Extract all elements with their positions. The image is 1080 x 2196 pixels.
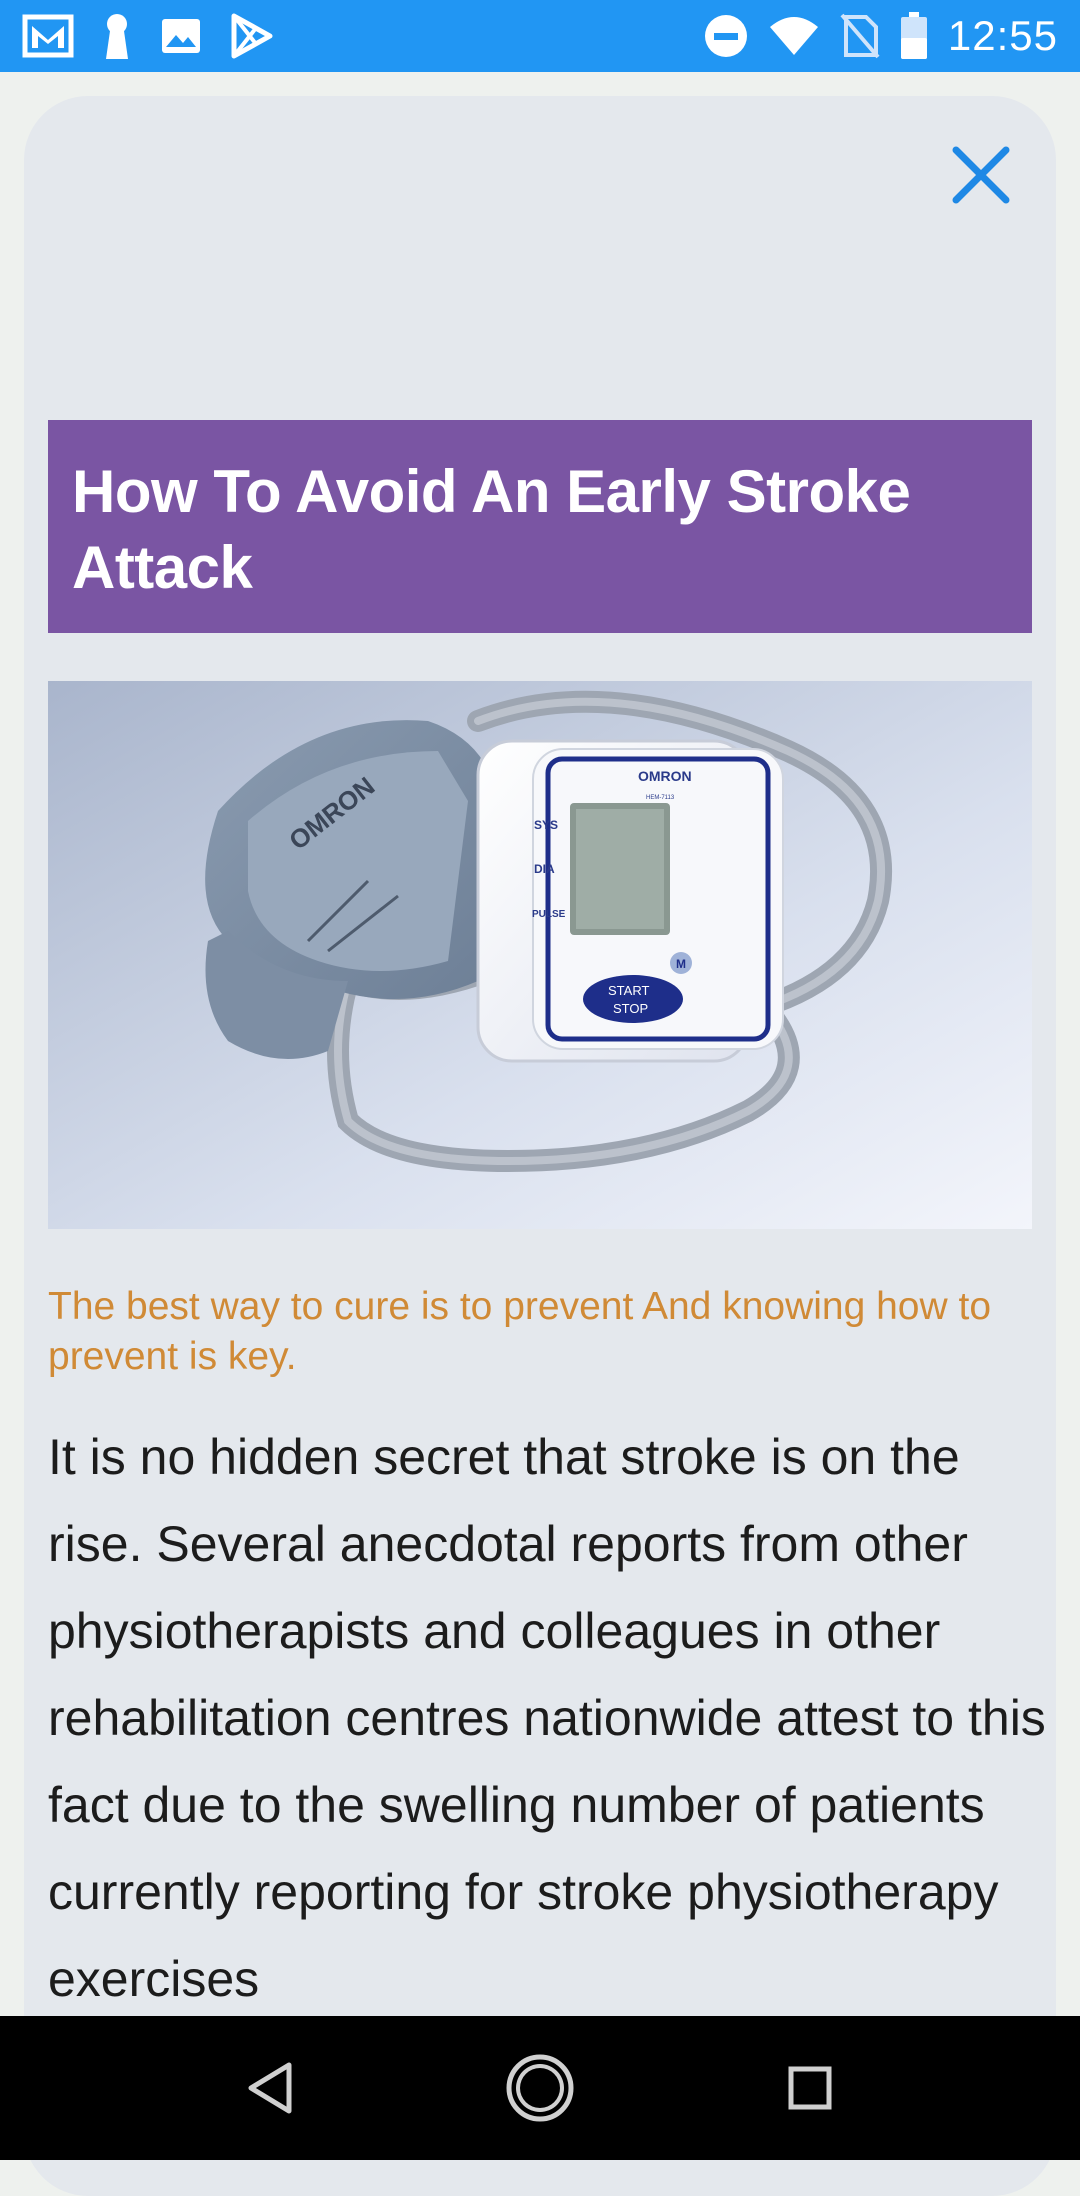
dia-label: DIA — [534, 862, 555, 876]
gmail-icon — [22, 14, 74, 58]
back-button[interactable] — [220, 2038, 320, 2138]
status-bar: 12:55 — [0, 0, 1080, 72]
close-button[interactable] — [926, 120, 1036, 230]
home-icon — [506, 2054, 574, 2122]
play-store-icon — [231, 13, 273, 59]
notification-icons — [22, 10, 274, 62]
recents-icon — [788, 2066, 832, 2110]
wifi-icon — [769, 17, 818, 55]
recents-button[interactable] — [760, 2038, 860, 2138]
article-image: OMRON OMRON HEM-7113 SYS DIA PULSE M STA… — [48, 681, 1032, 1229]
no-sim-icon — [840, 13, 880, 59]
article-title: How To Avoid An Early Stroke Attack — [72, 458, 911, 601]
article-body: It is no hidden secret that stroke is on… — [48, 1429, 1046, 2007]
article-title-banner: How To Avoid An Early Stroke Attack — [48, 420, 1032, 633]
start-label: START — [608, 983, 649, 998]
stop-label: STOP — [613, 1001, 648, 1016]
do-not-disturb-icon — [704, 15, 747, 57]
system-icons: 12:55 — [704, 10, 1058, 62]
navigation-bar — [0, 2016, 1080, 2160]
monitor-model-text: HEM-7113 — [646, 795, 675, 801]
monitor-brand-text: OMRON — [638, 768, 692, 784]
close-icon — [952, 146, 1010, 204]
gallery-icon — [162, 19, 200, 53]
blood-pressure-monitor-image: OMRON OMRON HEM-7113 SYS DIA PULSE M STA… — [48, 681, 1032, 1229]
home-button[interactable] — [490, 2038, 590, 2138]
back-icon — [248, 2062, 292, 2114]
article-subtitle: The best way to cure is to prevent And k… — [48, 1285, 992, 1378]
pulse-label: PULSE — [532, 909, 566, 920]
sys-label: SYS — [534, 818, 558, 832]
keyhole-icon — [106, 14, 128, 59]
memory-label: M — [676, 957, 686, 971]
battery-icon — [900, 12, 927, 59]
status-time: 12:55 — [947, 12, 1058, 59]
